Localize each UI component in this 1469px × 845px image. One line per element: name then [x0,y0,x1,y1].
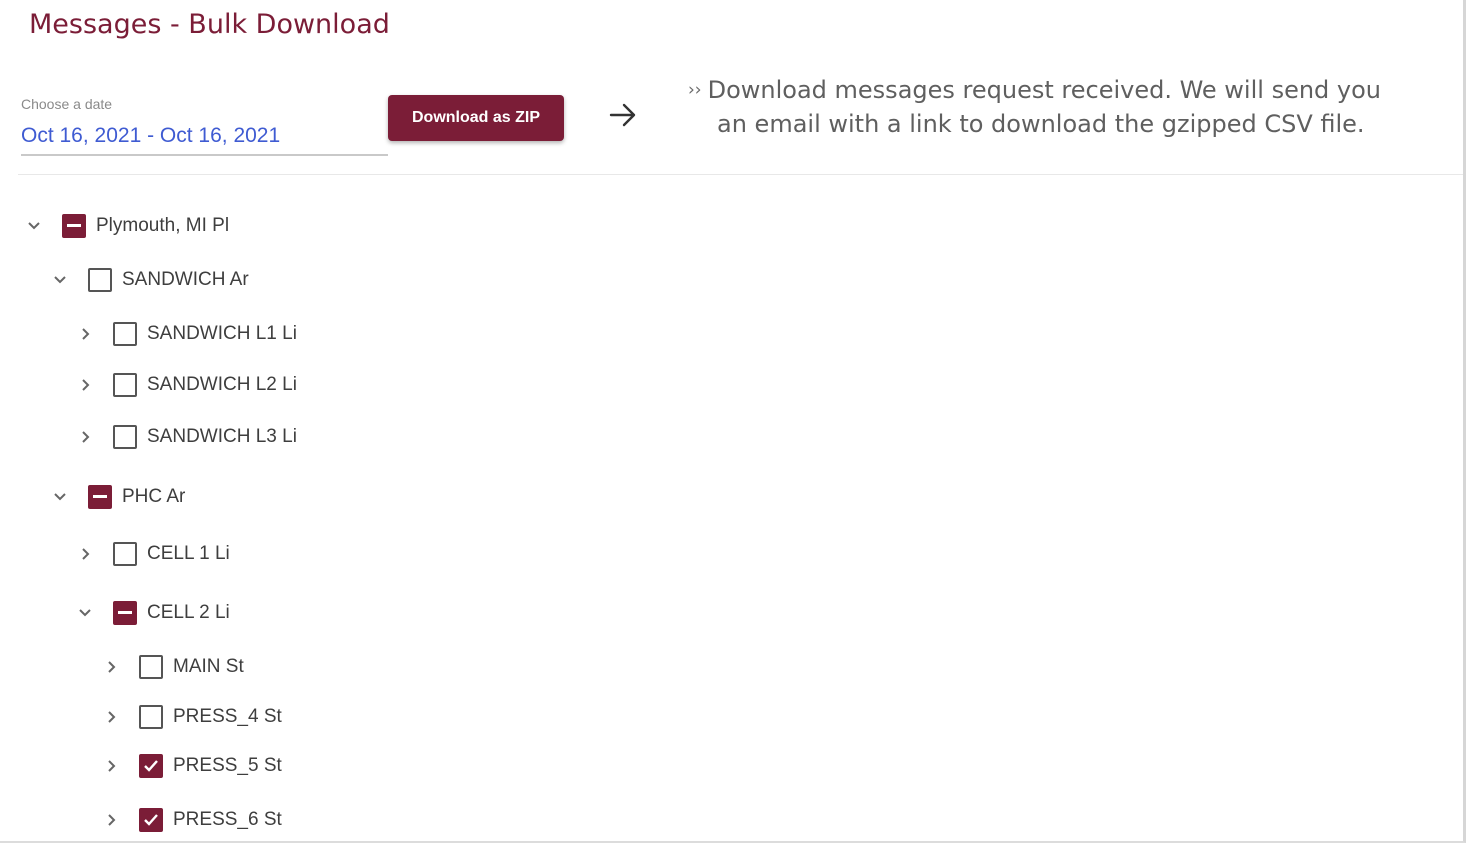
tree-node[interactable]: SANDWICH L2 Li [76,367,297,403]
chevron-right-icon[interactable] [76,545,94,563]
tree-checkbox[interactable] [62,214,86,238]
tree-checkbox[interactable] [139,808,163,832]
tree-node[interactable]: CELL 2 Li [76,595,230,631]
tree-node[interactable]: SANDWICH L1 Li [76,316,297,352]
tree-node-label: CELL 1 Li [147,543,230,564]
chevron-right-icon[interactable] [102,757,120,775]
chevron-right-icon[interactable] [102,658,120,676]
chevron-right-icon[interactable] [102,708,120,726]
chevron-down-icon[interactable] [25,217,43,235]
tree-checkbox[interactable] [139,754,163,778]
chevron-down-icon[interactable] [51,488,69,506]
tree-node[interactable]: Plymouth, MI Pl [25,208,229,244]
tree-checkbox[interactable] [139,655,163,679]
chevron-down-icon[interactable] [51,271,69,289]
tree-node-label: SANDWICH L3 Li [147,426,297,447]
tree-node-label: SANDWICH Ar [122,269,249,290]
tree-node-label: CELL 2 Li [147,602,230,623]
location-tree: Plymouth, MI Pl SANDWICH Ar SANDWICH L1 … [0,0,1463,841]
tree-node[interactable]: PRESS_6 St [102,802,282,838]
tree-node-label: PRESS_6 St [173,809,282,830]
tree-node[interactable]: SANDWICH L3 Li [76,419,297,455]
chevron-right-icon[interactable] [76,428,94,446]
chevron-right-icon[interactable] [76,325,94,343]
chevron-right-icon[interactable] [76,376,94,394]
chevron-down-icon[interactable] [76,604,94,622]
tree-node[interactable]: SANDWICH Ar [51,262,249,298]
tree-node-label: SANDWICH L2 Li [147,374,297,395]
tree-checkbox[interactable] [113,373,137,397]
tree-node[interactable]: PRESS_4 St [102,699,282,735]
tree-node-label: PHC Ar [122,486,186,507]
tree-node-label: PRESS_4 St [173,706,282,727]
checkmark-icon [144,760,158,772]
tree-checkbox[interactable] [113,425,137,449]
tree-node[interactable]: PHC Ar [51,479,185,515]
tree-checkbox[interactable] [113,322,137,346]
bulk-download-panel: Messages - Bulk Download Choose a date O… [0,0,1466,843]
tree-checkbox[interactable] [88,485,112,509]
tree-node[interactable]: CELL 1 Li [76,536,230,572]
tree-node[interactable]: PRESS_5 St [102,748,282,784]
tree-checkbox[interactable] [139,705,163,729]
tree-node-label: Plymouth, MI Pl [96,215,230,236]
tree-node-label: SANDWICH L1 Li [147,323,297,344]
checkmark-icon [144,814,158,826]
tree-checkbox[interactable] [88,268,112,292]
tree-node-label: MAIN St [173,656,244,677]
tree-node[interactable]: MAIN St [102,649,244,685]
tree-node-label: PRESS_5 St [173,755,282,776]
tree-checkbox[interactable] [113,542,137,566]
tree-checkbox[interactable] [113,601,137,625]
chevron-right-icon[interactable] [102,811,120,829]
